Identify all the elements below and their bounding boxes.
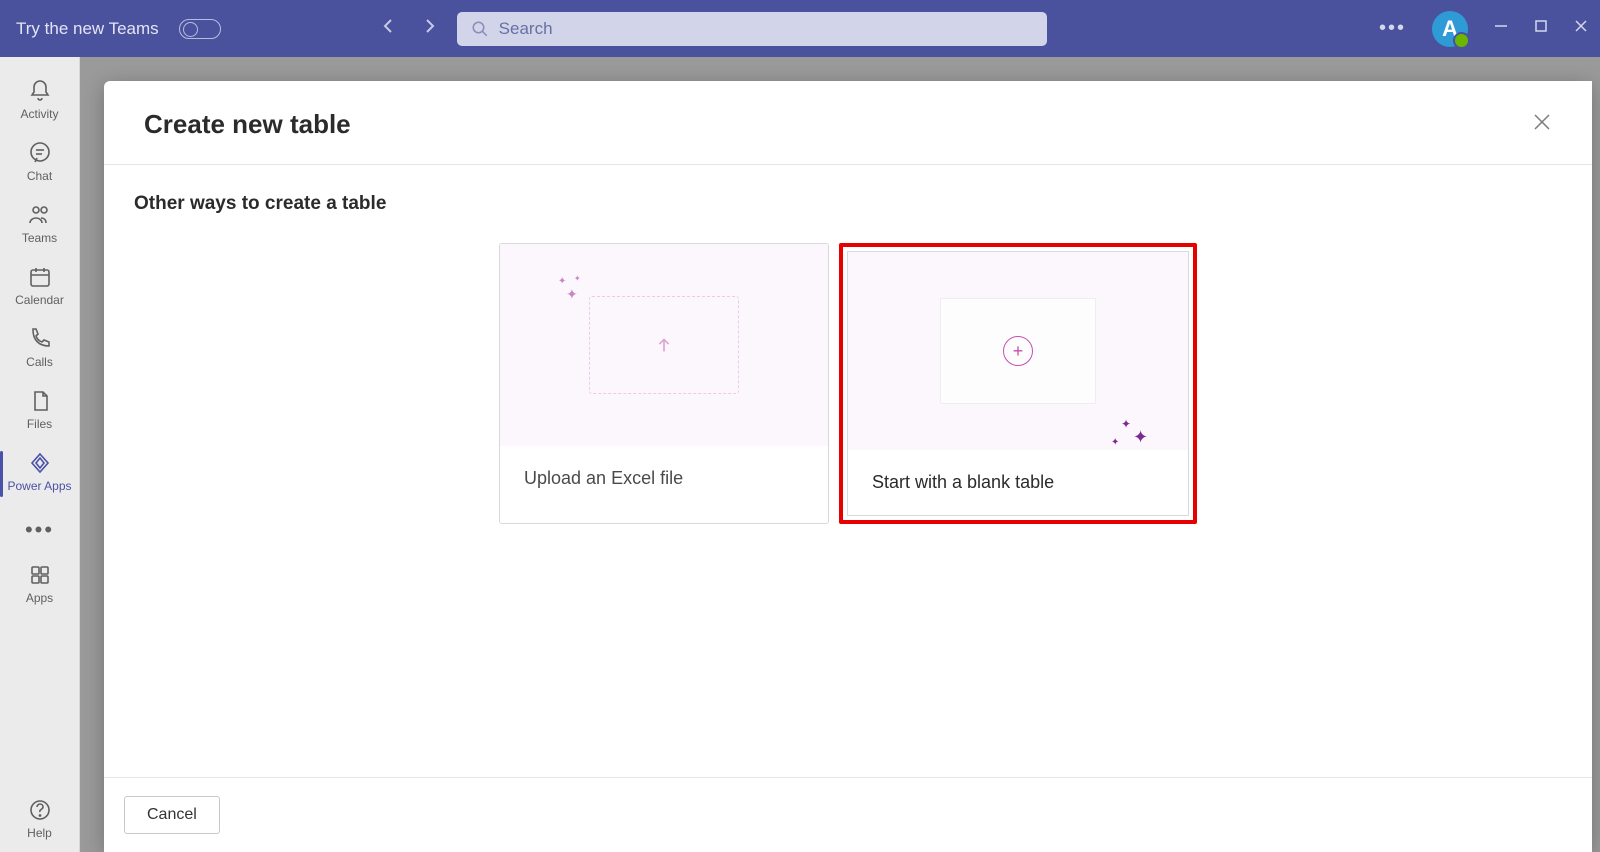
power-apps-icon: [28, 451, 52, 475]
sparkle-icon: ✦: [574, 274, 581, 283]
blank-tile-icon: + ✦ ✦ ✦: [940, 298, 1096, 404]
sparkle-icon: ✦: [566, 286, 578, 303]
rail-files[interactable]: Files: [0, 381, 79, 443]
phone-icon: [28, 327, 52, 351]
window-maximize-button[interactable]: [1534, 19, 1548, 38]
upload-preview: ✦ ✦ ✦: [500, 244, 828, 446]
upload-icon: [589, 296, 739, 394]
calendar-icon: [28, 265, 52, 289]
nav-back-button[interactable]: [381, 18, 397, 39]
try-new-teams-toggle[interactable]: [179, 19, 221, 39]
search-input[interactable]: Search: [457, 12, 1047, 46]
close-icon: [1532, 112, 1552, 132]
rail-calls[interactable]: Calls: [0, 319, 79, 381]
rail-apps[interactable]: Apps: [0, 555, 79, 617]
rail-help[interactable]: Help: [0, 790, 79, 852]
plus-icon: +: [1003, 336, 1033, 366]
nav-forward-button[interactable]: [421, 18, 437, 39]
rail-more-button[interactable]: •••: [25, 505, 54, 555]
app-rail: Activity Chat Teams Calendar Calls: [0, 57, 80, 852]
teams-icon: [28, 203, 52, 227]
blank-preview: + ✦ ✦ ✦: [848, 252, 1188, 450]
try-new-teams-label: Try the new Teams: [16, 19, 159, 39]
rail-teams[interactable]: Teams: [0, 195, 79, 257]
rail-activity[interactable]: Activity: [0, 71, 79, 133]
file-icon: [28, 389, 52, 413]
bell-icon: [28, 79, 52, 103]
more-options-button[interactable]: •••: [1379, 17, 1406, 40]
modal-close-button[interactable]: [1532, 112, 1552, 137]
modal-subtitle: Other ways to create a table: [134, 193, 1562, 215]
rail-chat[interactable]: Chat: [0, 133, 79, 195]
upload-excel-card[interactable]: ✦ ✦ ✦ Upload an Excel file: [499, 243, 829, 524]
upload-card-label: Upload an Excel file: [500, 446, 828, 511]
search-icon: [471, 20, 489, 38]
modal-title: Create new table: [144, 109, 1532, 140]
avatar[interactable]: A: [1432, 11, 1468, 47]
rail-calendar[interactable]: Calendar: [0, 257, 79, 319]
blank-card-label: Start with a blank table: [848, 450, 1188, 515]
cancel-button[interactable]: Cancel: [124, 796, 220, 834]
search-placeholder: Search: [499, 19, 553, 39]
window-close-button[interactable]: [1574, 19, 1588, 38]
window-minimize-button[interactable]: [1494, 19, 1508, 38]
create-table-modal: Create new table Other ways to create a …: [104, 81, 1592, 852]
title-bar: Try the new Teams Search ••• A: [0, 0, 1600, 57]
help-icon: [28, 798, 52, 822]
blank-table-card-highlight: + ✦ ✦ ✦ Start with a blank table: [839, 243, 1197, 524]
chat-icon: [28, 141, 52, 165]
main-area: Create new table Other ways to create a …: [80, 57, 1600, 852]
apps-icon: [28, 563, 52, 587]
rail-power-apps[interactable]: Power Apps: [0, 443, 79, 505]
blank-table-card[interactable]: + ✦ ✦ ✦ Start with a blank table: [847, 251, 1189, 516]
